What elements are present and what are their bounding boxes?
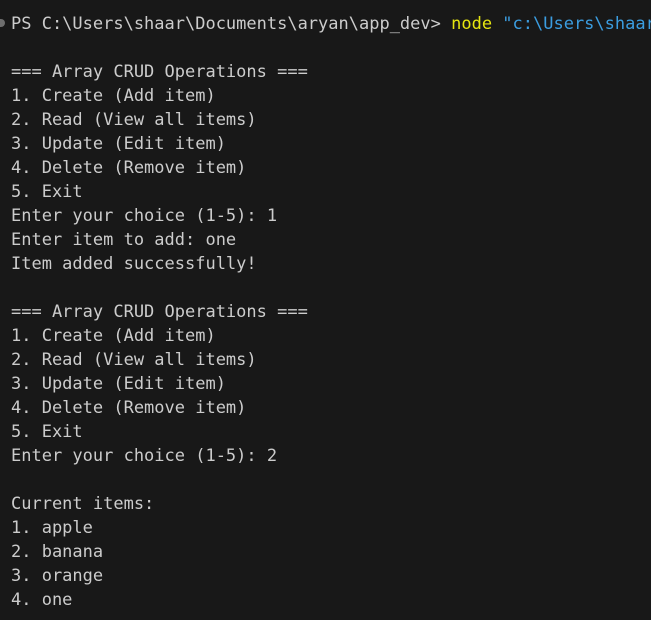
prompt-line: PS C:\Users\shaar\Documents\aryan\app_de… <box>11 12 651 36</box>
menu-option: 1. Create (Add item) <box>11 86 216 106</box>
prompt-argument: "c:\Users\shaar\ <box>492 14 651 34</box>
menu-option: 2. Read (View all items) <box>11 110 257 130</box>
menu-option: 4. Delete (Remove item) <box>11 158 247 178</box>
menu-option: 3. Update (Edit item) <box>11 134 226 154</box>
menu-option: 4. Delete (Remove item) <box>11 398 247 418</box>
menu-title: === Array CRUD Operations === <box>11 302 308 322</box>
items-header: Current items: <box>11 494 155 514</box>
prompt-command: node <box>451 14 493 34</box>
command-decoration-icon[interactable] <box>0 19 5 27</box>
list-item: 4. one <box>11 590 73 610</box>
list-item: 3. orange <box>11 566 104 586</box>
menu-option: 2. Read (View all items) <box>11 350 257 370</box>
terminal-panel[interactable]: PS C:\Users\shaar\Documents\aryan\app_de… <box>0 0 651 620</box>
menu-option: 1. Create (Add item) <box>11 326 216 346</box>
list-item: 1. apple <box>11 518 93 538</box>
prompt-path: PS C:\Users\shaar\Documents\aryan\app_de… <box>11 14 452 34</box>
choice-line: Enter your choice (1-5): 2 <box>11 446 278 466</box>
result-line: Item added successfully! <box>11 254 257 274</box>
menu-option: 5. Exit <box>11 182 83 202</box>
menu-title: === Array CRUD Operations === <box>11 62 308 82</box>
menu-option: 5. Exit <box>11 422 83 442</box>
add-item-line: Enter item to add: one <box>11 230 237 250</box>
list-item: 2. banana <box>11 542 104 562</box>
menu-option: 3. Update (Edit item) <box>11 374 226 394</box>
choice-line: Enter your choice (1-5): 1 <box>11 206 278 226</box>
